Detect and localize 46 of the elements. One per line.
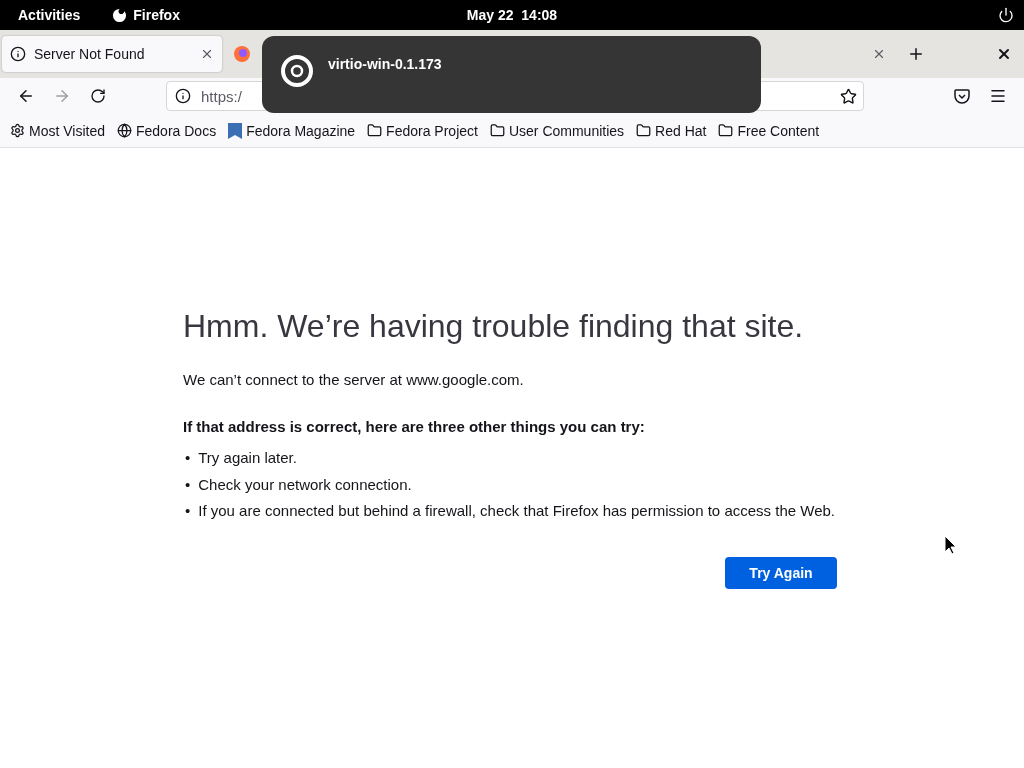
bookmark-link[interactable]: User Communities [508, 122, 625, 139]
firefox-logo-icon [234, 46, 250, 62]
new-tab-icon[interactable] [907, 45, 925, 63]
suggestion-item: Try again later. [198, 448, 297, 468]
close-tab-icon[interactable] [872, 47, 886, 61]
close-window-icon[interactable] [996, 46, 1012, 62]
gear-icon [10, 123, 25, 138]
suggestion-item: Check your network connection. [198, 474, 412, 495]
clock[interactable]: May 22 14:08 [466, 7, 558, 23]
bookmark-link[interactable]: Red Hat [655, 122, 707, 139]
activities-button[interactable]: Activities [18, 7, 81, 23]
close-tab-icon[interactable] [200, 47, 214, 61]
error-title: Hmm. We’re having trouble finding that site. [183, 308, 805, 345]
folder-icon [367, 123, 383, 138]
power-icon[interactable] [998, 7, 1014, 23]
folder-icon [636, 123, 652, 138]
bookmark-link[interactable]: Fedora Magazine [246, 122, 356, 139]
notification-toast[interactable]: virtio-win-0.1.173 [262, 36, 761, 113]
menu-icon[interactable] [989, 87, 1007, 105]
notification-title: virtio-win-0.1.173 [328, 56, 442, 72]
globe-icon [117, 123, 132, 138]
app-logo-icon [112, 7, 128, 23]
browser-tab[interactable]: Server Not Found [2, 36, 222, 72]
error-message: We can’t connect to the server at www.google.com. [183, 371, 525, 388]
folder-icon [718, 123, 734, 138]
disc-icon [280, 54, 314, 88]
mouse-cursor-icon [944, 535, 957, 555]
bookmark-link[interactable]: Fedora Docs [136, 122, 217, 139]
bookmark-link[interactable]: Most Visited [29, 122, 105, 139]
app-menu-button[interactable]: Firefox [133, 7, 180, 23]
bullet: • [185, 448, 191, 468]
magazine-icon [228, 122, 243, 139]
suggestion-heading: If that address is correct, here are three other things you can try: [183, 418, 646, 435]
info-icon [10, 46, 26, 62]
pocket-icon[interactable] [954, 88, 970, 104]
bookmark-link[interactable]: Free Content [737, 122, 820, 139]
bullet: • [185, 501, 191, 521]
back-icon[interactable] [17, 87, 35, 105]
info-icon [175, 88, 191, 104]
suggestion-item: If you are connected but behind a firewall, check that Firefox has permission to access the Web. [198, 501, 835, 521]
folder-icon [489, 123, 505, 138]
try-again-button[interactable]: Try Again [725, 556, 837, 589]
bookmark-star-icon[interactable] [840, 87, 857, 105]
reload-icon[interactable] [90, 88, 106, 104]
bookmark-link[interactable]: Fedora Project [386, 122, 478, 139]
bullet: • [185, 474, 191, 495]
